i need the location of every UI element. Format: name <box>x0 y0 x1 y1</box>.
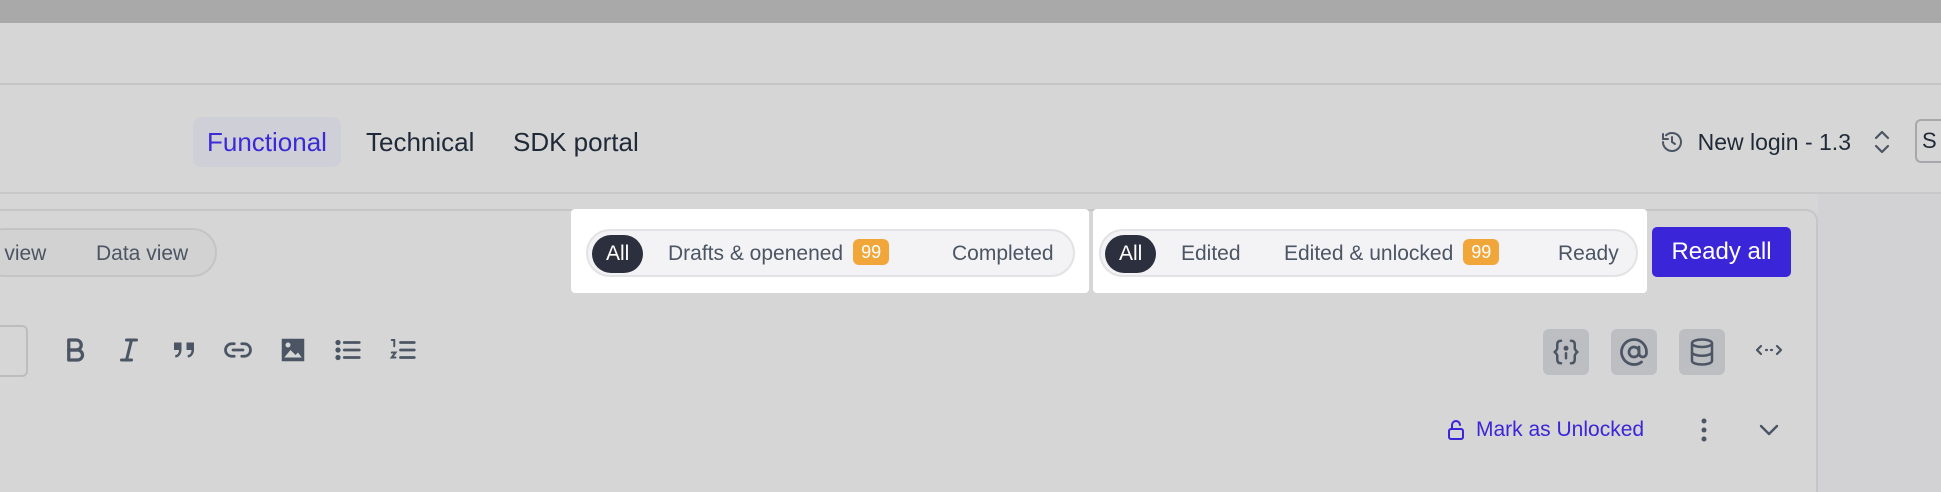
edit-filter-ready[interactable]: Ready <box>1558 235 1619 273</box>
mention-icon <box>1620 338 1648 366</box>
link-button[interactable] <box>218 330 258 370</box>
count-badge: 99 <box>853 239 890 265</box>
edit-filter-edited[interactable]: Edited <box>1181 235 1241 273</box>
insert-data-button[interactable] <box>1679 329 1725 375</box>
mark-unlocked-button[interactable]: Mark as Unlocked <box>1446 414 1644 446</box>
right-gutter <box>1818 194 1941 492</box>
version-label: New login - 1.3 <box>1697 128 1851 155</box>
status-filter-card: All Drafts & openened 99 Completed <box>571 209 1089 293</box>
more-vertical-icon[interactable] <box>1692 414 1716 446</box>
status-filter-all[interactable]: All <box>592 235 644 273</box>
tab-functional[interactable]: Functional <box>193 117 341 167</box>
window-top-bar <box>0 0 1941 23</box>
document-navbar: Functional Technical SDK portal New logi… <box>0 87 1941 194</box>
bullet-list-button[interactable] <box>328 330 368 370</box>
truncated-button[interactable]: S <box>1915 119 1941 163</box>
insert-mention-button[interactable] <box>1611 329 1657 375</box>
tab-technical[interactable]: Technical <box>352 117 488 167</box>
ready-all-button[interactable]: Ready all <box>1652 227 1791 277</box>
view-toggle: s view Data view <box>0 228 217 277</box>
quote-icon <box>174 342 194 358</box>
edit-filter-all[interactable]: All <box>1105 235 1157 273</box>
header-strip <box>0 23 1941 85</box>
bullet-list-icon <box>335 339 361 361</box>
numbered-list-button[interactable] <box>383 330 423 370</box>
image-icon <box>281 338 305 362</box>
database-icon <box>1690 338 1714 366</box>
status-filter-drafts-label: Drafts & openened <box>668 242 844 265</box>
expand-arrows-icon <box>1755 344 1783 356</box>
italic-button[interactable] <box>109 330 149 370</box>
count-badge: 99 <box>1463 239 1500 265</box>
tab-sdk-portal[interactable]: SDK portal <box>499 117 653 167</box>
status-filter-drafts[interactable]: Drafts & openened 99 <box>668 235 890 273</box>
chevron-up-down-icon[interactable] <box>1871 128 1893 156</box>
block-type-select[interactable] <box>0 325 28 377</box>
status-filter-group: All Drafts & openened 99 Completed <box>586 229 1075 277</box>
italic-icon <box>120 338 138 362</box>
edit-filter-group: All Edited Edited & unlocked 99 Ready <box>1099 229 1638 277</box>
link-icon <box>224 342 252 358</box>
edit-filter-edited-unlocked-label: Edited & unlocked <box>1284 242 1454 265</box>
insert-variable-button[interactable] <box>1543 329 1589 375</box>
clock-history-icon <box>1661 132 1682 152</box>
chevron-down-icon[interactable] <box>1755 418 1783 442</box>
variable-braces-icon <box>1552 339 1580 365</box>
view-toggle-data-view[interactable]: Data view <box>96 242 188 266</box>
bold-button[interactable] <box>55 330 95 370</box>
view-toggle-status-view[interactable]: s view <box>0 242 46 266</box>
bold-icon <box>67 338 85 362</box>
image-button[interactable] <box>273 330 313 370</box>
expand-width-button[interactable] <box>1749 330 1789 370</box>
edit-filter-edited-unlocked[interactable]: Edited & unlocked 99 <box>1284 235 1500 273</box>
mark-unlocked-label: Mark as Unlocked <box>1476 418 1645 441</box>
status-filter-completed[interactable]: Completed <box>952 235 1054 273</box>
unlock-icon <box>1448 420 1464 440</box>
quote-button[interactable] <box>164 330 204 370</box>
edit-filter-card: All Edited Edited & unlocked 99 Ready <box>1093 209 1647 293</box>
version-selector[interactable]: New login - 1.3 <box>1660 123 1893 161</box>
numbered-list-icon <box>389 339 416 359</box>
